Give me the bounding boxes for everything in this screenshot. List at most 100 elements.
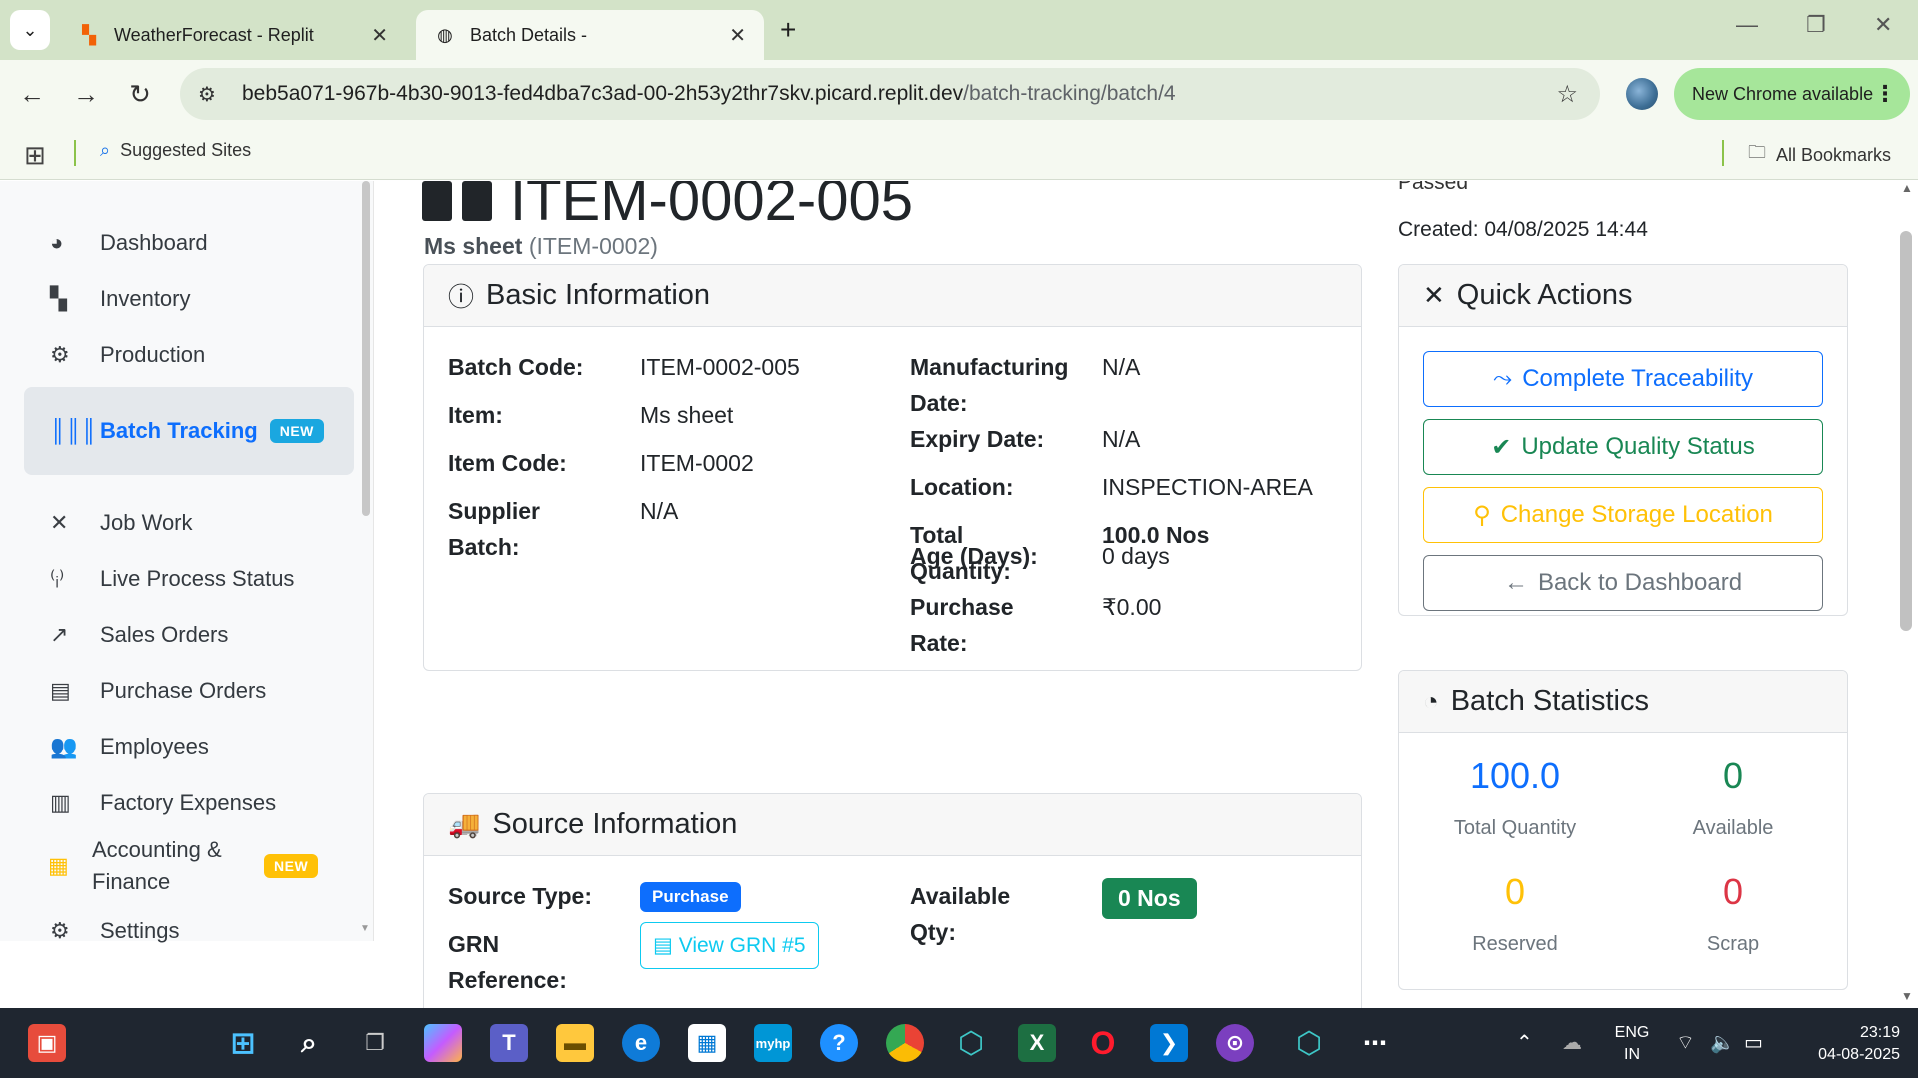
address-bar[interactable]: ⚙ beb5a071-967b-4b30-9013-fed4dba7c3ad-0… xyxy=(180,68,1600,120)
new-tab-button[interactable]: + xyxy=(780,14,796,46)
sidebar-item-label: Inventory xyxy=(100,286,191,311)
forward-icon[interactable]: → xyxy=(68,76,104,112)
close-icon[interactable]: ✕ xyxy=(729,23,746,48)
tab-title: Batch Details - xyxy=(470,24,588,45)
map-pin-icon: ⚲ xyxy=(1473,501,1491,529)
windows-start-icon[interactable]: ⊞ xyxy=(224,1024,262,1062)
sidebar-item-label: Sales Orders xyxy=(100,622,229,647)
card-header: ⓘ Basic Information xyxy=(424,265,1361,327)
chrome-icon[interactable] xyxy=(886,1024,924,1062)
lang-bottom: IN xyxy=(1624,1046,1640,1063)
sidebar-item-inventory[interactable]: ▚ Inventory xyxy=(24,271,354,327)
help-icon[interactable]: ? xyxy=(820,1024,858,1062)
star-icon[interactable]: ☆ xyxy=(1556,80,1578,109)
search-icon: ⌕ xyxy=(100,140,111,160)
back-icon[interactable]: ← xyxy=(14,76,50,112)
bookmark-separator xyxy=(74,140,76,166)
chart-line-icon: ↗ xyxy=(50,622,69,647)
scroll-down-arrow-icon[interactable]: ▼ xyxy=(360,923,370,934)
dev-app-icon[interactable]: ⬡ xyxy=(1290,1024,1328,1062)
myhp-icon[interactable]: myhp xyxy=(754,1024,792,1062)
sidebar-item-live-process-status[interactable]: ⁽ᵢ⁾ Live Process Status xyxy=(24,551,354,607)
kebab-menu-icon[interactable]: ⋮ xyxy=(1874,81,1896,107)
clock[interactable]: 23:19 04-08-2025 xyxy=(1790,1022,1900,1066)
restore-icon[interactable]: ❐ xyxy=(1806,12,1826,38)
stat-total-quantity-value: 100.0 xyxy=(1469,755,1561,796)
button-label: View GRN #5 xyxy=(678,934,806,957)
change-storage-location-button[interactable]: ⚲ Change Storage Location xyxy=(1423,487,1823,543)
available-qty-value: 0 Nos xyxy=(1102,878,1197,919)
site-info-icon[interactable]: ⚙ xyxy=(198,82,228,107)
store-icon[interactable]: ▦ xyxy=(688,1024,726,1062)
task-view-icon[interactable]: ❐ xyxy=(356,1024,394,1062)
battery-icon[interactable]: ▭ xyxy=(1744,1030,1763,1055)
scroll-up-arrow-icon[interactable]: ▲ xyxy=(1901,181,1913,195)
sidebar-item-accounting-finance[interactable]: ▦ Accounting & Finance NEW xyxy=(18,831,348,901)
purchase-badge: Purchase xyxy=(640,882,741,912)
tab-batch-details[interactable]: ◍ Batch Details - ✕ xyxy=(416,10,764,60)
search-icon[interactable]: ⌕ xyxy=(290,1024,328,1062)
route-icon: ⤳ xyxy=(1493,365,1513,392)
stat-scrap-label: Scrap xyxy=(1706,933,1760,955)
edge-icon[interactable]: e xyxy=(622,1024,660,1062)
dev-app-icon[interactable]: ⬡ xyxy=(952,1024,990,1062)
close-window-icon[interactable]: ✕ xyxy=(1874,12,1892,38)
field-label: Purchase Rate: xyxy=(910,594,1014,656)
update-quality-status-button[interactable]: ✔ Update Quality Status xyxy=(1423,419,1823,475)
sidebar-item-dashboard[interactable]: ◕ Dashboard xyxy=(24,215,354,271)
close-icon[interactable]: ✕ xyxy=(371,23,388,48)
back-to-dashboard-button[interactable]: ← Back to Dashboard xyxy=(1423,555,1823,611)
sidebar-item-batch-tracking[interactable]: ║║║ Batch Tracking NEW xyxy=(24,387,354,475)
field-label: Expiry Date: xyxy=(910,426,1045,452)
copilot-icon[interactable] xyxy=(424,1024,462,1062)
vscode-icon[interactable]: ❯ xyxy=(1150,1024,1188,1062)
field-label: Source Type: xyxy=(448,883,592,909)
bookmark-suggested-sites[interactable]: ⌕ Suggested Sites xyxy=(100,140,251,161)
opera-icon[interactable]: O xyxy=(1084,1024,1122,1062)
volume-icon[interactable]: 🔈 xyxy=(1710,1030,1735,1055)
sidebar-item-settings[interactable]: ⚙ Settings xyxy=(24,903,354,959)
field-value: ITEM-0002 xyxy=(640,450,754,476)
all-bookmarks-button[interactable]: 🗀 All Bookmarks xyxy=(1748,140,1891,170)
basic-information-card: ⓘ Basic Information Batch Code: ITEM-000… xyxy=(423,264,1362,671)
page-scrollbar[interactable] xyxy=(1900,231,1912,631)
available-qty-badge: 0 Nos xyxy=(1102,878,1197,919)
minimize-icon[interactable]: — xyxy=(1736,12,1758,38)
profile-avatar[interactable] xyxy=(1626,78,1658,110)
app-icon[interactable]: ▣ xyxy=(28,1024,66,1062)
created-timestamp: Created: 04/08/2025 14:44 xyxy=(1398,218,1648,241)
card-header: 🚚 Source Information xyxy=(424,794,1361,856)
more-apps-icon[interactable]: ⋯ xyxy=(1356,1024,1394,1062)
scroll-down-arrow-icon[interactable]: ▼ xyxy=(1901,989,1913,1003)
tab-search-button[interactable]: ⌄ xyxy=(10,10,50,50)
sidebar-item-sales-orders[interactable]: ↗ Sales Orders xyxy=(24,607,354,663)
apps-grid-icon[interactable]: ⊞ xyxy=(24,140,46,171)
chevron-down-icon: ⌄ xyxy=(22,19,38,40)
github-icon[interactable]: ⊙ xyxy=(1216,1024,1254,1062)
excel-icon[interactable]: X xyxy=(1018,1024,1056,1062)
sidebar-scrollbar[interactable] xyxy=(362,181,370,516)
language-indicator[interactable]: ENG IN xyxy=(1612,1022,1652,1066)
field-value: ITEM-0002-005 xyxy=(640,354,800,380)
reload-icon[interactable]: ↻ xyxy=(122,76,158,112)
wifi-icon[interactable]: ⌔ xyxy=(1676,1030,1695,1055)
sidebar-item-purchase-orders[interactable]: ▤ Purchase Orders xyxy=(24,663,354,719)
view-grn-button[interactable]: ▤ View GRN #5 xyxy=(640,922,819,969)
stat-available-label: Available xyxy=(1692,817,1774,839)
clock-date: 04-08-2025 xyxy=(1818,1046,1900,1063)
sidebar-item-production[interactable]: ⚙ Production xyxy=(24,327,354,383)
globe-icon: ◍ xyxy=(437,24,453,45)
chevron-up-icon[interactable]: ⌃ xyxy=(1516,1030,1533,1055)
cloud-icon[interactable]: ☁ xyxy=(1562,1030,1582,1055)
complete-traceability-button[interactable]: ⤳ Complete Traceability xyxy=(1423,351,1823,407)
sidebar-item-factory-expenses[interactable]: ▥ Factory Expenses xyxy=(24,775,354,831)
file-explorer-icon[interactable]: ▬ xyxy=(556,1024,594,1062)
sidebar-item-job-work[interactable]: ✕ Job Work xyxy=(24,495,354,551)
bookmark-label: Suggested Sites xyxy=(120,140,252,160)
tab-weatherforecast[interactable]: ▚ WeatherForecast - Replit ✕ xyxy=(60,10,406,60)
teams-icon[interactable]: T xyxy=(490,1024,528,1062)
chrome-update-button[interactable]: New Chrome available ⋮ xyxy=(1674,68,1910,120)
url-path: /batch-tracking/batch/4 xyxy=(963,82,1176,105)
gear-icon: ⚙ xyxy=(50,918,70,943)
sidebar-item-employees[interactable]: 👥 Employees xyxy=(24,719,354,775)
